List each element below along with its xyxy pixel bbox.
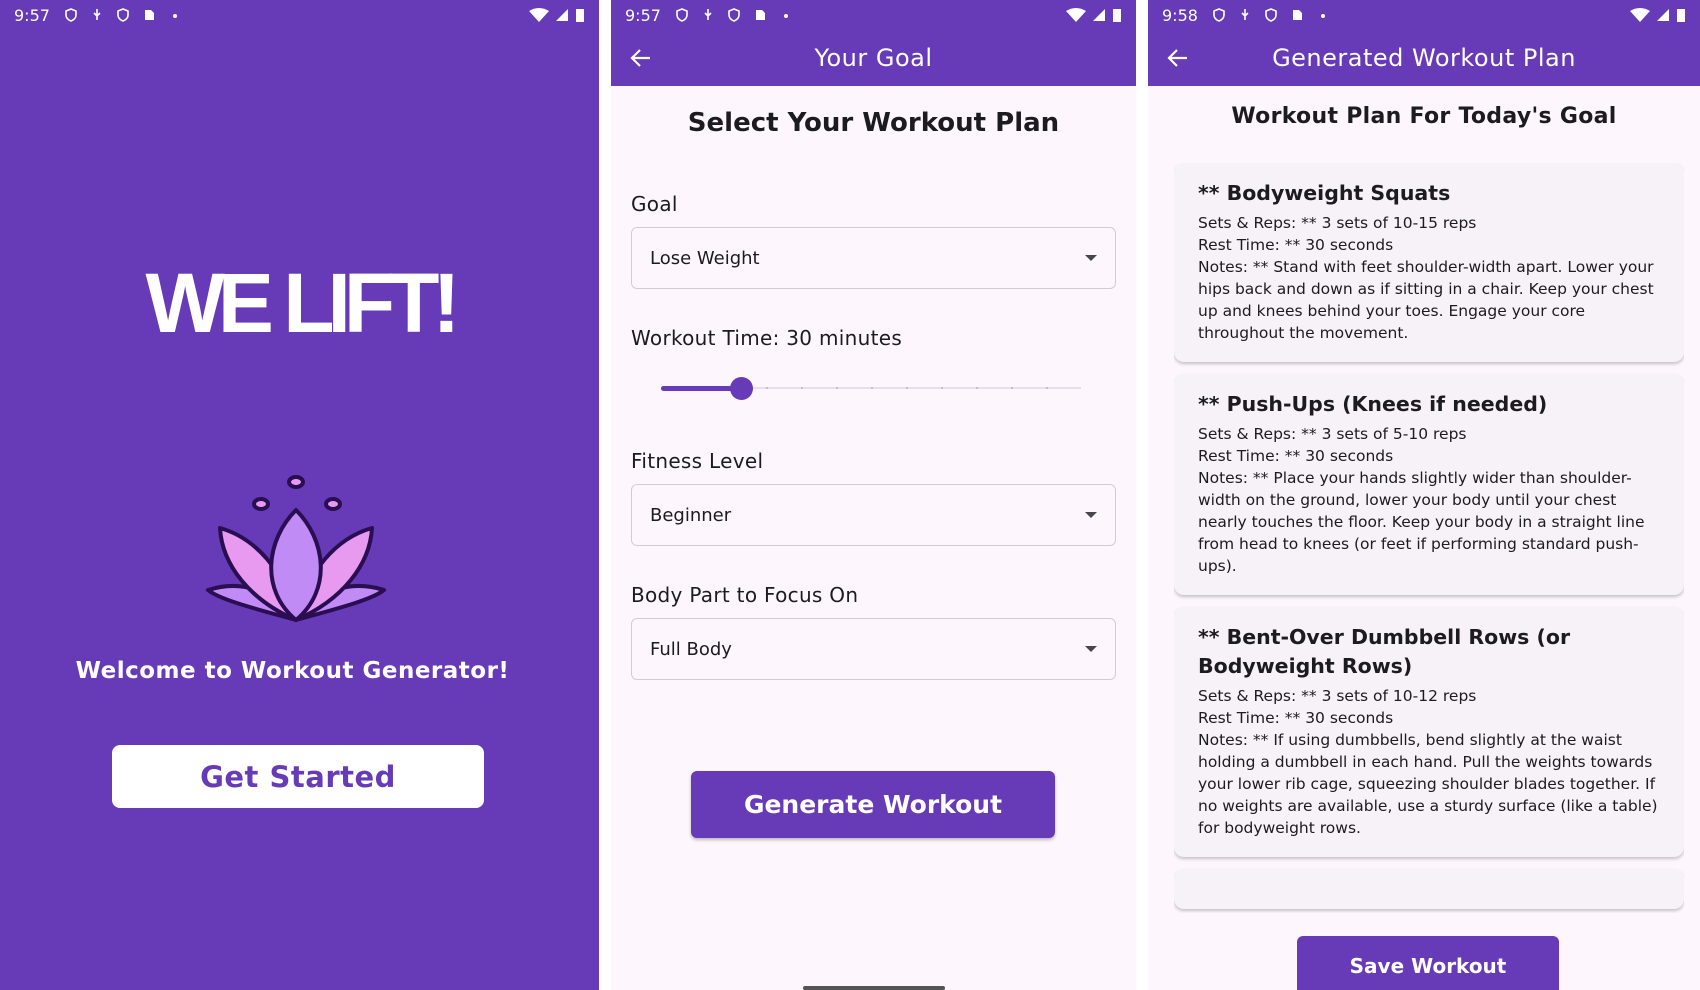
shield-icon [65, 8, 77, 22]
top-bar: 9:58 Generated Workout Plan [1148, 0, 1700, 86]
body-part-label: Body Part to Focus On [631, 583, 859, 607]
usb-icon [93, 9, 101, 20]
page-title: Select Your Workout Plan [687, 108, 1060, 138]
slider-tick [976, 387, 978, 389]
shield-icon [1265, 8, 1277, 22]
exercise-sets: Sets & Reps: ** 3 sets of 10-15 reps [1198, 214, 1477, 232]
page-title: Workout Plan For Today's Goal [1231, 104, 1617, 129]
slider-tick [940, 387, 943, 389]
exercise-rest: Rest Time: ** 30 seconds [1198, 447, 1394, 465]
goal-dropdown[interactable]: Lose Weight [631, 227, 1116, 289]
app-logo: WE LIFT! [145, 256, 461, 350]
workout-time-slider[interactable] [661, 376, 1081, 400]
dot-icon [1320, 14, 1325, 18]
arrow-left-icon[interactable] [1164, 44, 1192, 72]
caret-down-icon [1085, 255, 1097, 261]
exercise-notes: Notes: ** Place your hands slightly wide… [1198, 469, 1645, 575]
shield-icon [1213, 8, 1225, 22]
slider-tick [1046, 387, 1048, 389]
lotus-icon [206, 475, 386, 622]
shield-icon [728, 8, 740, 22]
dot-icon [783, 14, 788, 18]
status-icons-left [64, 8, 182, 22]
fitness-level-dropdown[interactable]: Beginner [631, 484, 1116, 546]
slider-tick [836, 387, 838, 389]
slider-tick [871, 387, 873, 389]
workout-card: ** Bodyweight Squats Sets & Reps: ** 3 s… [1174, 163, 1684, 362]
workout-card-partial [1174, 869, 1684, 909]
dot-icon [172, 14, 177, 18]
signal-icon [556, 9, 568, 21]
usb-icon [1241, 9, 1249, 20]
sim-icon [755, 10, 765, 20]
sim-icon [1292, 10, 1302, 20]
exercise-notes: Notes: ** If using dumbbells, bend sligh… [1198, 731, 1658, 837]
battery-icon [1677, 9, 1685, 22]
workout-card: ** Push-Ups (Knees if needed) Sets & Rep… [1174, 374, 1684, 595]
shield-icon [676, 8, 688, 22]
exercise-notes: Notes: ** Stand with feet shoulder-width… [1198, 258, 1654, 342]
get-started-button[interactable]: Get Started [112, 745, 484, 808]
exercise-sets: Sets & Reps: ** 3 sets of 10-12 reps [1198, 687, 1477, 705]
workout-time-label: Workout Time: 30 minutes [631, 326, 903, 350]
app-bar-title: Generated Workout Plan [1272, 44, 1576, 72]
save-workout-button[interactable]: Save Workout [1297, 936, 1559, 990]
goal-screen: 9:57 Your Goal Select Your Workout Plan … [611, 0, 1136, 990]
slider-tick [906, 387, 908, 389]
generated-plan-screen: 9:58 Generated Workout Plan Workout Plan… [1148, 0, 1700, 990]
slider-tick [1011, 387, 1013, 389]
workout-card: ** Bent-Over Dumbbell Rows (or Bodyweigh… [1174, 607, 1684, 857]
exercise-title: ** Push-Ups (Knees if needed) [1198, 392, 1548, 416]
status-icons-right [529, 8, 585, 22]
wifi-icon [1066, 8, 1086, 22]
goal-value: Lose Weight [650, 247, 760, 269]
exercise-rest: Rest Time: ** 30 seconds [1198, 236, 1394, 254]
shield-icon [117, 8, 129, 22]
fitness-level-label: Fitness Level [631, 449, 764, 473]
status-bar: 9:57 [0, 0, 599, 30]
battery-icon [1113, 9, 1121, 22]
caret-down-icon [1085, 512, 1097, 518]
signal-icon [1657, 9, 1669, 21]
arrow-left-icon[interactable] [627, 44, 655, 72]
status-bar: 9:57 [611, 0, 1136, 30]
body-part-value: Full Body [650, 638, 732, 660]
welcome-screen: 9:57 WE LIFT! Welcome to Workout Generat… [0, 0, 599, 990]
slider-thumb[interactable] [729, 377, 753, 400]
caret-down-icon [1085, 646, 1097, 652]
app-bar: Your Goal [611, 30, 1136, 86]
usb-icon [704, 9, 712, 20]
status-bar: 9:58 [1148, 0, 1700, 30]
exercise-rest: Rest Time: ** 30 seconds [1198, 709, 1394, 727]
sim-icon [144, 10, 154, 20]
status-time: 9:57 [625, 5, 661, 25]
top-bar: 9:57 Your Goal [611, 0, 1136, 86]
slider-tick [766, 387, 768, 389]
body-part-dropdown[interactable]: Full Body [631, 618, 1116, 680]
home-indicator [803, 986, 945, 990]
status-time: 9:57 [14, 5, 50, 25]
wifi-icon [1630, 8, 1650, 22]
app-bar: Generated Workout Plan [1148, 30, 1700, 86]
exercise-title: ** Bent-Over Dumbbell Rows (or Bodyweigh… [1198, 625, 1571, 678]
goal-label: Goal [631, 192, 678, 216]
exercise-sets: Sets & Reps: ** 3 sets of 5-10 reps [1198, 425, 1467, 443]
slider-active-track [661, 386, 741, 391]
signal-icon [1093, 9, 1105, 21]
fitness-level-value: Beginner [650, 504, 732, 526]
battery-icon [576, 9, 584, 22]
welcome-message: Welcome to Workout Generator! [75, 658, 510, 684]
slider-tick [800, 387, 803, 389]
generate-workout-button[interactable]: Generate Workout [691, 771, 1055, 838]
wifi-icon [529, 8, 549, 22]
status-time: 9:58 [1162, 5, 1198, 25]
status-icons-left [1212, 8, 1330, 22]
status-icons-right [1066, 8, 1122, 22]
status-icons-right [1630, 8, 1686, 22]
status-icons-left [675, 8, 793, 22]
workout-card-list[interactable]: ** Bodyweight Squats Sets & Reps: ** 3 s… [1174, 163, 1684, 913]
app-bar-title: Your Goal [814, 44, 933, 72]
exercise-title: ** Bodyweight Squats [1198, 181, 1451, 205]
